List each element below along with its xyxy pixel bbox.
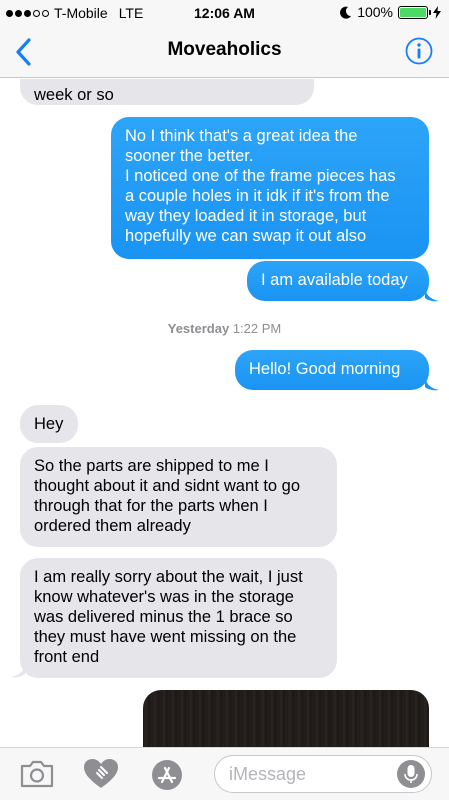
message-line: know whatever's was in the storage xyxy=(34,588,294,606)
microphone-icon xyxy=(404,765,418,783)
do-not-disturb-moon-icon xyxy=(340,6,352,19)
outgoing-message[interactable]: No I think that's a great idea the soone… xyxy=(111,117,429,259)
message-input-field[interactable] xyxy=(214,755,432,793)
info-icon xyxy=(405,37,433,65)
app-store-button[interactable] xyxy=(150,758,184,792)
message-text: I am available today xyxy=(261,271,408,289)
app-store-icon xyxy=(152,760,182,790)
message-text: week or so xyxy=(34,86,114,104)
message-line: sooner the better. xyxy=(125,147,254,165)
outgoing-message[interactable]: Hello! Good morning xyxy=(235,350,429,390)
message-line: I noticed one of the frame pieces has xyxy=(125,167,396,185)
camera-button[interactable] xyxy=(19,760,55,788)
message-input[interactable] xyxy=(229,762,389,786)
message-text: Hey xyxy=(34,415,64,433)
message-line: they must have went missing on the xyxy=(34,628,297,646)
incoming-message[interactable]: I am really sorry about the wait, I just… xyxy=(20,558,337,678)
message-line: a couple holes in it idk if it's from th… xyxy=(125,187,390,205)
bubble-tail xyxy=(11,660,25,678)
outgoing-message[interactable]: I am available today xyxy=(247,261,429,301)
message-line: So the parts are shipped to me I xyxy=(34,457,269,475)
info-button[interactable] xyxy=(405,37,433,65)
status-bar: T-Mobile LTE 12:06 AM 100% xyxy=(0,0,449,26)
status-right: 100% xyxy=(340,4,441,20)
charging-bolt-icon xyxy=(433,5,441,19)
message-line: front end xyxy=(34,648,100,666)
message-line: hopefully we can swap it out also xyxy=(125,227,367,245)
digital-touch-button[interactable] xyxy=(82,758,120,790)
message-line: thought about it and sidnt want to go xyxy=(34,477,301,495)
contact-name[interactable]: Moveaholics xyxy=(0,39,449,61)
timestamp-time: 1:22 PM xyxy=(232,321,282,336)
battery-icon xyxy=(398,5,431,19)
message-line: was delivered minus the 1 brace so xyxy=(34,608,293,626)
battery-fill xyxy=(400,7,426,17)
compose-bar xyxy=(0,747,449,800)
heart-hand-icon xyxy=(84,759,118,788)
battery-percent: 100% xyxy=(357,4,393,20)
dictation-button[interactable] xyxy=(397,760,425,788)
conversation-header: Moveaholics xyxy=(0,26,449,78)
message-line: ordered them already xyxy=(34,517,191,535)
message-line: through that for the parts when I xyxy=(34,497,268,515)
timestamp-day: Yesterday xyxy=(167,321,230,336)
incoming-message[interactable]: Hey xyxy=(20,405,78,443)
message-thread[interactable]: week or so No I think that's a great ide… xyxy=(0,79,449,747)
message-line: way they loaded it in storage, but xyxy=(125,207,367,225)
message-line: No I think that's a great idea the xyxy=(125,127,358,145)
message-line: I am really sorry about the wait, I just xyxy=(34,568,303,586)
message-text: Hello! Good morning xyxy=(249,360,401,378)
incoming-message[interactable]: So the parts are shipped to me I thought… xyxy=(20,447,337,547)
camera-icon xyxy=(20,760,54,788)
bubble-tail xyxy=(425,373,439,391)
incoming-message[interactable]: week or so xyxy=(20,79,314,105)
bubble-tail xyxy=(425,284,439,302)
image-attachment[interactable] xyxy=(143,690,429,747)
message-timestamp: Yesterday 1:22 PM xyxy=(0,321,449,336)
